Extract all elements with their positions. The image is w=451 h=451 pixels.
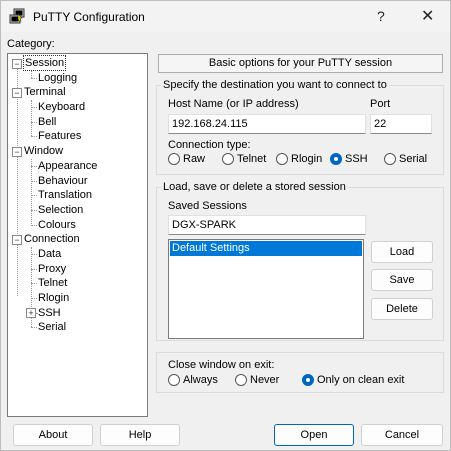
expand-icon[interactable]: + (26, 308, 36, 318)
radio-checked-icon (330, 153, 342, 166)
port-input[interactable] (370, 114, 432, 134)
putty-app-icon (9, 8, 25, 24)
tree-item-translation[interactable]: Translation (38, 188, 92, 202)
tree-item-appearance[interactable]: Appearance (38, 159, 97, 173)
list-item-default-settings[interactable]: Default Settings (170, 241, 362, 256)
saved-sessions-input[interactable] (168, 215, 366, 235)
tree-item-behaviour[interactable]: Behaviour (38, 174, 88, 188)
tree-item-ssh[interactable]: SSH (38, 306, 61, 320)
tree-connector-line (31, 195, 37, 196)
radio-checked-icon (302, 374, 314, 387)
conn-type-telnet-radio[interactable]: Telnet (222, 153, 266, 167)
radio-circle-icon (222, 153, 234, 166)
saved-sessions-label: Saved Sessions (168, 200, 247, 212)
close-on-exit-label: Close window on exit: (168, 359, 275, 371)
radio-label: Never (250, 374, 280, 387)
host-name-input[interactable] (168, 114, 366, 134)
tree-item-logging[interactable]: Logging (38, 71, 77, 85)
tree-connector-line (31, 269, 37, 270)
tree-item-telnet[interactable]: Telnet (38, 276, 67, 290)
destination-group-title: Specify the destination you want to conn… (161, 79, 389, 91)
exit-clean-radio[interactable]: Only on clean exit (302, 374, 404, 388)
radio-circle-icon (168, 153, 180, 166)
radio-label: Always (183, 374, 218, 387)
tree-connector-line (31, 225, 37, 226)
exit-never-radio[interactable]: Never (235, 374, 279, 388)
collapse-icon[interactable]: − (12, 235, 22, 245)
tree-connector-line (31, 283, 37, 284)
sessions-listbox[interactable]: Default Settings (168, 239, 364, 339)
tree-item-keyboard[interactable]: Keyboard (38, 100, 85, 114)
radio-circle-icon (384, 153, 396, 166)
tree-item-session[interactable]: Session (22, 55, 67, 71)
radio-label: Rlogin (291, 153, 323, 166)
tree-item-proxy[interactable]: Proxy (38, 262, 66, 276)
category-tree[interactable]: − − − − + Session Logging Terminal Keybo… (7, 53, 148, 417)
radio-label: Only on clean exit (317, 374, 405, 387)
tree-item-serial[interactable]: Serial (38, 320, 66, 334)
radio-circle-icon (235, 374, 247, 387)
putty-config-window: PuTTY Configuration ? ✕ Category: − − − … (0, 0, 451, 451)
help-button[interactable]: Help (100, 424, 180, 446)
delete-button[interactable]: Delete (371, 298, 433, 320)
tree-item-terminal[interactable]: Terminal (24, 85, 66, 99)
tree-connector-line (31, 210, 37, 211)
radio-label: Serial (399, 153, 428, 166)
tree-item-rlogin[interactable]: Rlogin (38, 291, 69, 305)
tree-connector-line (31, 71, 32, 78)
conn-type-raw-radio[interactable]: Raw (168, 153, 205, 167)
tree-item-window[interactable]: Window (24, 144, 63, 158)
radio-circle-icon (276, 153, 288, 166)
sessions-group-title: Load, save or delete a stored session (161, 181, 348, 193)
load-button[interactable]: Load (371, 241, 433, 263)
collapse-icon[interactable]: − (12, 59, 22, 69)
tree-connector-line (31, 254, 37, 255)
tree-connector-line (31, 100, 32, 136)
window-title: PuTTY Configuration (33, 10, 145, 24)
radio-label: SSH (345, 153, 368, 166)
help-title-button[interactable]: ? (377, 8, 385, 24)
exit-always-radio[interactable]: Always (168, 374, 218, 388)
tree-connector-line (31, 107, 37, 108)
open-button[interactable]: Open (274, 424, 354, 446)
tree-connector-line (31, 298, 37, 299)
tree-item-selection[interactable]: Selection (38, 203, 83, 217)
conn-type-serial-radio[interactable]: Serial (384, 153, 427, 167)
conn-type-rlogin-radio[interactable]: Rlogin (276, 153, 322, 167)
tree-connector-line (31, 122, 37, 123)
tree-connector-line (31, 136, 37, 137)
tree-item-connection[interactable]: Connection (24, 232, 80, 246)
radio-circle-icon (168, 374, 180, 387)
tree-item-bell[interactable]: Bell (38, 115, 56, 129)
host-name-label: Host Name (or IP address) (168, 98, 299, 110)
tree-item-colours[interactable]: Colours (38, 218, 76, 232)
tree-connector-line (31, 327, 37, 328)
about-button[interactable]: About (13, 424, 93, 446)
radio-label: Raw (183, 153, 206, 166)
close-icon[interactable]: ✕ (421, 6, 434, 26)
tree-connector-line (31, 78, 37, 79)
collapse-icon[interactable]: − (12, 147, 22, 157)
conn-type-ssh-radio[interactable]: SSH (330, 153, 368, 167)
title-bar: PuTTY Configuration ? ✕ (1, 1, 450, 32)
collapse-icon[interactable]: − (12, 88, 22, 98)
save-button[interactable]: Save (371, 269, 433, 291)
tree-item-data[interactable]: Data (38, 247, 61, 261)
category-label: Category: (7, 38, 55, 50)
radio-label: Telnet (237, 153, 267, 166)
tree-connector-line (31, 159, 32, 226)
tree-item-features[interactable]: Features (38, 129, 81, 143)
tree-connector-line (17, 64, 18, 296)
tree-connector-line (31, 166, 37, 167)
tree-connector-line (31, 181, 37, 182)
connection-type-label: Connection type: (168, 139, 251, 151)
cancel-button[interactable]: Cancel (361, 424, 443, 446)
port-label: Port (370, 98, 391, 110)
panel-header: Basic options for your PuTTY session (158, 54, 443, 73)
